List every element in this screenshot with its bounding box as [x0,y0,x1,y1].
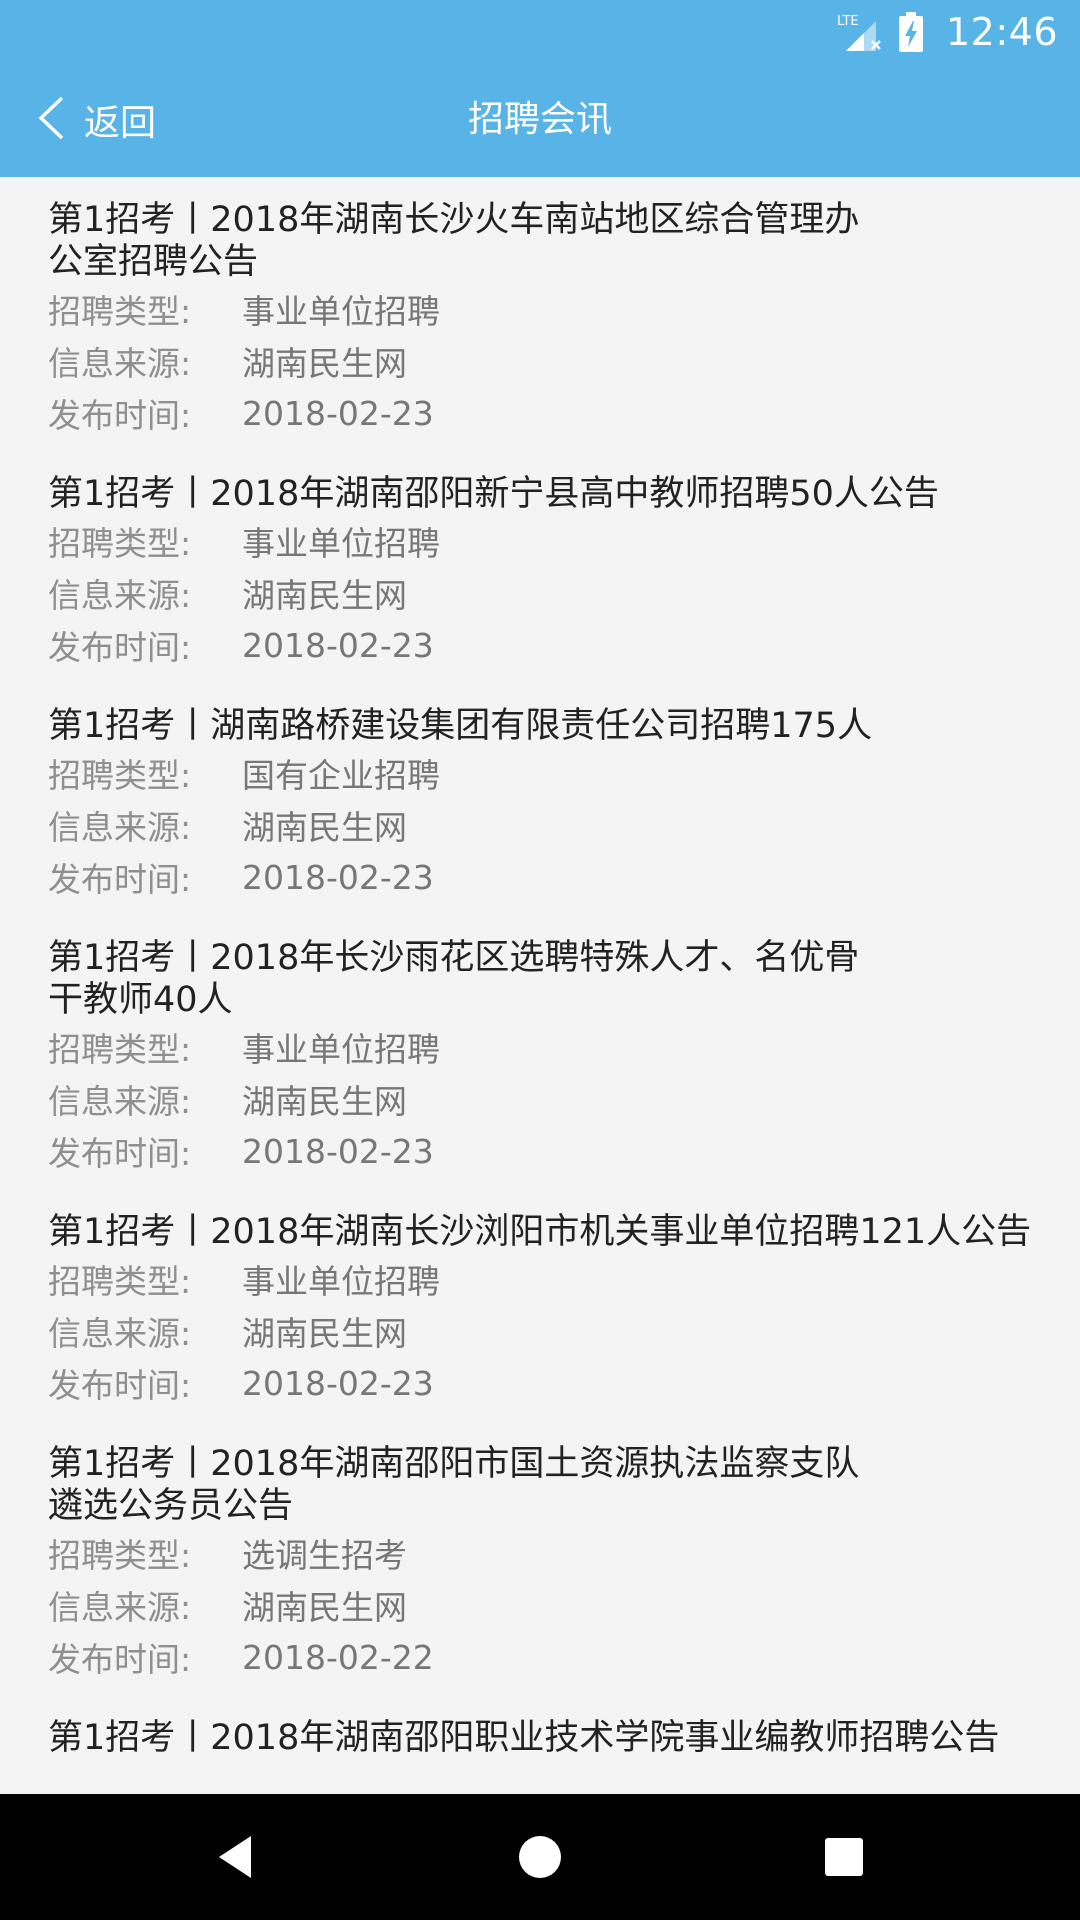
back-button[interactable]: 返回 [36,79,156,161]
date-value: 2018-02-23 [242,1131,434,1171]
lte-signal-icon: LTE [836,11,886,53]
date-value: 2018-02-23 [242,393,434,433]
date-label: 发布时间: [48,1366,192,1405]
list-item[interactable]: 第1招考丨2018年长沙雨花区选聘特殊人才、名优骨干教师40人 招聘类型: 事业… [0,915,1080,1189]
source-label: 信息来源: [48,1082,192,1121]
source-value: 湖南民生网 [242,1314,407,1353]
type-label: 招聘类型: [48,1262,192,1301]
date-value: 2018-02-23 [242,857,434,897]
back-label: 返回 [84,103,157,144]
app-bar: 返回 招聘会讯 [0,63,1080,177]
job-list[interactable]: 第1招考丨2018年湖南长沙火车南站地区综合管理办公室招聘公告 招聘类型: 事业… [0,177,1080,1755]
type-value: 事业单位招聘 [242,292,440,331]
meta-row-type: 招聘类型: 选调生招考 [48,1527,1060,1579]
meta-row-source: 信息来源: 湖南民生网 [48,1073,1060,1125]
date-label: 发布时间: [48,628,192,667]
source-value: 湖南民生网 [242,576,407,615]
meta-row-source: 信息来源: 湖南民生网 [48,1305,1060,1357]
meta-row-source: 信息来源: 湖南民生网 [48,799,1060,851]
type-value: 事业单位招聘 [242,1030,440,1069]
battery-charging-icon [898,11,924,53]
type-label: 招聘类型: [48,292,192,331]
source-label: 信息来源: [48,344,192,383]
type-label: 招聘类型: [48,756,192,795]
date-label: 发布时间: [48,396,192,435]
meta-row-date: 发布时间: 2018-02-23 [48,619,1060,671]
date-value: 2018-02-23 [242,1363,434,1403]
meta-row-type: 招聘类型: 事业单位招聘 [48,515,1060,567]
svg-text:LTE: LTE [837,14,859,29]
meta-row-source: 信息来源: 湖南民生网 [48,1579,1060,1631]
clock: 12:46 [945,10,1058,54]
source-label: 信息来源: [48,576,192,615]
type-value: 事业单位招聘 [242,1262,440,1301]
item-title: 第1招考丨湖南路桥建设集团有限责任公司招聘175人 [48,706,873,746]
item-title: 第1招考丨2018年湖南长沙浏阳市机关事业单位招聘121人公告 [48,1212,1032,1252]
source-value: 湖南民生网 [242,1588,407,1627]
type-label: 招聘类型: [48,524,192,563]
meta-row-date: 发布时间: 2018-02-23 [48,1357,1060,1409]
list-item[interactable]: 第1招考丨2018年湖南邵阳新宁县高中教师招聘50人公告 招聘类型: 事业单位招… [0,451,1080,683]
status-icons: LTE 12:46 [836,8,1058,56]
date-value: 2018-02-23 [242,625,434,665]
type-label: 招聘类型: [48,1030,192,1069]
item-title: 第1招考丨2018年湖南邵阳市国土资源执法监察支队遴选公务员公告 [48,1444,860,1526]
system-nav-bar [0,1794,1080,1920]
page-title: 招聘会讯 [467,99,612,140]
date-label: 发布时间: [48,1640,192,1679]
type-value: 事业单位招聘 [242,524,440,563]
item-title: 第1招考丨2018年长沙雨花区选聘特殊人才、名优骨干教师40人 [48,938,860,1020]
source-label: 信息来源: [48,1588,192,1627]
type-value: 选调生招考 [242,1536,407,1575]
item-title: 第1招考丨2018年湖南长沙火车南站地区综合管理办公室招聘公告 [48,200,860,282]
meta-row-type: 招聘类型: 事业单位招聘 [48,1021,1060,1073]
list-item[interactable]: 第1招考丨湖南路桥建设集团有限责任公司招聘175人 招聘类型: 国有企业招聘 信… [0,683,1080,915]
meta-row-date: 发布时间: 2018-02-23 [48,851,1060,903]
meta-row-source: 信息来源: 湖南民生网 [48,335,1060,387]
date-label: 发布时间: [48,860,192,899]
list-item[interactable]: 第1招考丨2018年湖南长沙火车南站地区综合管理办公室招聘公告 招聘类型: 事业… [0,177,1080,451]
chevron-left-icon [36,95,66,145]
source-value: 湖南民生网 [242,808,407,847]
source-label: 信息来源: [48,808,192,847]
type-value: 国有企业招聘 [242,756,440,795]
recents-square-icon[interactable] [811,1824,877,1890]
back-triangle-icon[interactable] [203,1824,269,1890]
meta-row-date: 发布时间: 2018-02-23 [48,387,1060,439]
meta-row-type: 招聘类型: 国有企业招聘 [48,747,1060,799]
status-bar: LTE 12:46 [0,0,1080,63]
source-value: 湖南民生网 [242,344,407,383]
date-label: 发布时间: [48,1134,192,1173]
list-item[interactable]: 第1招考丨2018年湖南邵阳市国土资源执法监察支队遴选公务员公告 招聘类型: 选… [0,1421,1080,1695]
meta-row-date: 发布时间: 2018-02-22 [48,1631,1060,1683]
date-value: 2018-02-22 [242,1637,434,1677]
meta-row-type: 招聘类型: 事业单位招聘 [48,1253,1060,1305]
type-label: 招聘类型: [48,1536,192,1575]
source-label: 信息来源: [48,1314,192,1353]
meta-row-date: 发布时间: 2018-02-23 [48,1125,1060,1177]
list-item[interactable]: 第1招考丨2018年湖南邵阳职业技术学院事业编教师招聘公告 [0,1695,1080,1755]
item-title: 第1招考丨2018年湖南邵阳职业技术学院事业编教师招聘公告 [48,1718,1000,1755]
source-value: 湖南民生网 [242,1082,407,1121]
item-title: 第1招考丨2018年湖南邵阳新宁县高中教师招聘50人公告 [48,474,939,514]
meta-row-type: 招聘类型: 事业单位招聘 [48,283,1060,335]
list-item[interactable]: 第1招考丨2018年湖南长沙浏阳市机关事业单位招聘121人公告 招聘类型: 事业… [0,1189,1080,1421]
home-circle-icon[interactable] [507,1824,573,1890]
meta-row-source: 信息来源: 湖南民生网 [48,567,1060,619]
